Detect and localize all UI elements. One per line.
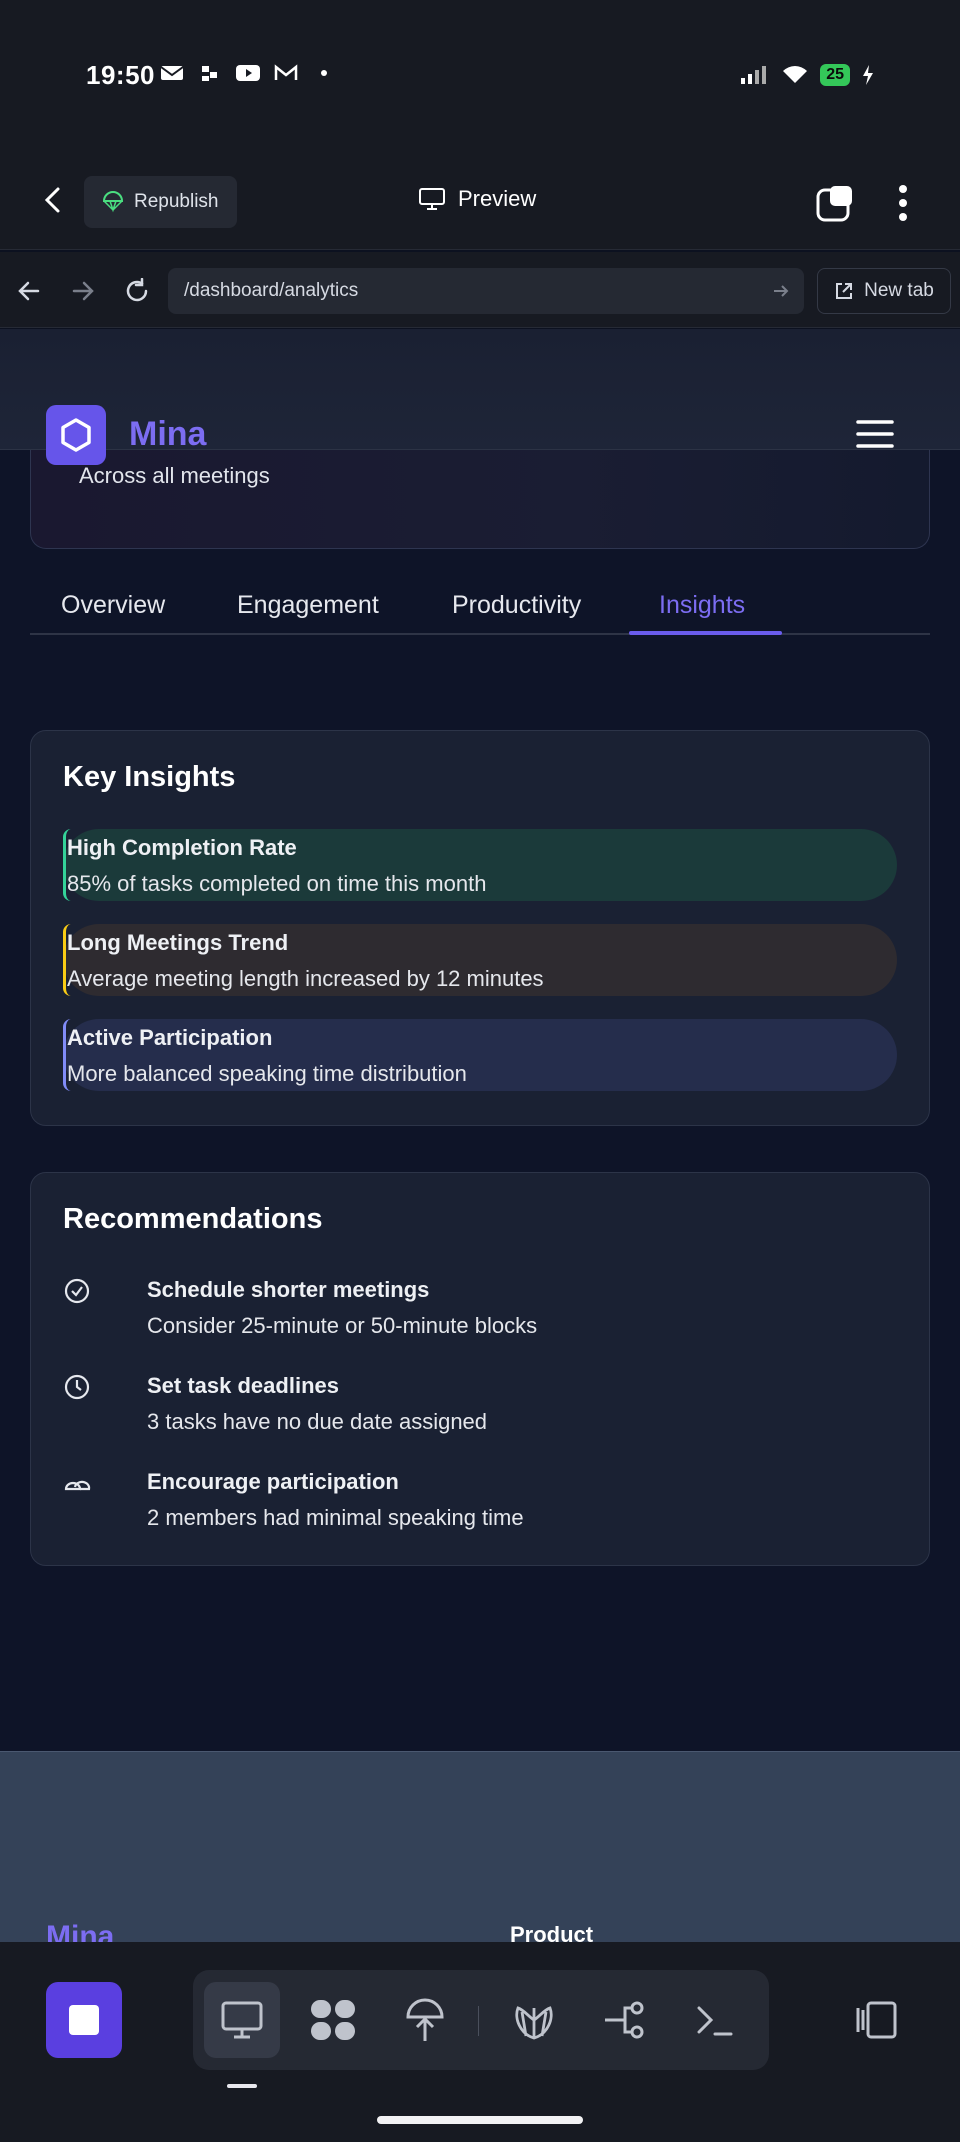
terminal-icon <box>697 2006 733 2036</box>
recommendation-desc: Consider 25-minute or 50-minute blocks <box>147 1313 538 1338</box>
insight-desc: 85% of tasks completed on time this mont… <box>67 871 487 896</box>
external-link-icon <box>836 283 853 299</box>
recommendation-title: Schedule shorter meetings <box>147 1277 430 1302</box>
site-header-bar: Mina <box>0 329 960 465</box>
tool-dashboard[interactable] <box>295 1982 371 2058</box>
nav-back-icon[interactable] <box>16 278 42 304</box>
parachute-icon <box>102 191 124 213</box>
stop-button[interactable] <box>46 1982 122 2058</box>
notification-icons <box>160 64 336 82</box>
side-panel-icon[interactable] <box>852 2000 898 2040</box>
tab-productivity[interactable]: Productivity <box>452 591 581 620</box>
system-icons: 25 <box>740 64 874 86</box>
recommendations-card: Recommendations Schedule shorter meeting… <box>30 1172 930 1566</box>
tool-git[interactable] <box>587 1982 663 2058</box>
tool-shell[interactable] <box>496 1982 572 2058</box>
branch-icon <box>605 2001 644 2039</box>
recommendations-title: Recommendations <box>63 1203 323 1235</box>
reload-icon[interactable] <box>124 278 150 304</box>
check-circle-icon <box>64 1278 90 1304</box>
recommendation-item: Schedule shorter meetings Consider 25-mi… <box>63 1273 883 1343</box>
parachute-upload-icon <box>406 1998 444 2041</box>
site-footer: Mina Product <box>0 1751 960 1942</box>
insight-title: Long Meetings Trend <box>67 930 289 955</box>
tab-insights[interactable]: Insights <box>659 591 745 620</box>
wifi-icon <box>783 66 808 83</box>
footer-brand[interactable]: Mina <box>46 1920 114 1942</box>
insight-title: High Completion Rate <box>67 835 297 860</box>
site-brand[interactable]: Mina <box>129 415 206 454</box>
web-viewport: Across all meetings Mina Overview Engage… <box>0 329 960 1942</box>
tool-publish[interactable] <box>387 1982 463 2058</box>
insight-item: Long Meetings Trend Average meeting leng… <box>63 924 897 996</box>
insight-title: Active Participation <box>67 1025 273 1050</box>
toolbar-divider <box>478 2006 479 2036</box>
gmail-icon <box>274 64 298 80</box>
recommendation-desc: 3 tasks have no due date assigned <box>147 1409 488 1434</box>
back-icon[interactable] <box>40 186 68 214</box>
mail-icon <box>160 66 184 80</box>
new-tab-label: New tab <box>864 280 934 301</box>
status-time: 19:50 <box>86 60 155 90</box>
monitor-icon <box>419 188 445 210</box>
bottom-toolbar <box>0 1942 960 2142</box>
insight-desc: Average meeting length increased by 12 m… <box>67 966 544 991</box>
url-text: /dashboard/analytics <box>184 280 359 301</box>
site-logo[interactable] <box>46 405 106 465</box>
app-icon <box>202 66 217 81</box>
summary-card-subtitle: Across all meetings <box>79 463 270 488</box>
charging-icon <box>863 65 873 85</box>
insight-item: Active Participation More balanced speak… <box>63 1019 897 1091</box>
republish-label: Republish <box>134 191 219 212</box>
status-bar: 19:50 25 <box>0 0 960 150</box>
hexagon-logo-icon <box>61 418 91 452</box>
tab-engagement[interactable]: Engagement <box>237 591 379 620</box>
app-toolbar: Republish Preview <box>0 150 960 250</box>
recommendation-item: Encourage participation 2 members had mi… <box>63 1465 883 1535</box>
url-input[interactable]: /dashboard/analytics <box>168 268 804 314</box>
tab-overview[interactable]: Overview <box>61 591 165 620</box>
battery-level: 25 <box>820 64 850 86</box>
insight-desc: More balanced speaking time distribution <box>67 1061 467 1086</box>
recommendation-desc: 2 members had minimal speaking time <box>147 1505 524 1530</box>
go-arrow-icon[interactable] <box>772 282 790 300</box>
browser-url-bar: /dashboard/analytics New tab <box>0 252 960 328</box>
dot-icon <box>321 70 327 76</box>
active-tool-indicator <box>227 2084 257 2088</box>
grid-blob-icon <box>311 2000 355 2040</box>
recommendation-title: Set task deadlines <box>147 1373 339 1398</box>
desktop-icon <box>221 2001 263 2039</box>
more-options-icon[interactable] <box>896 184 910 222</box>
clock-icon <box>64 1374 90 1400</box>
shell-icon <box>515 2006 553 2040</box>
recommendation-title: Encourage participation <box>147 1469 399 1494</box>
recommendation-item: Set task deadlines 3 tasks have no due d… <box>63 1369 883 1439</box>
tool-preview[interactable] <box>204 1982 280 2058</box>
preview-toggle[interactable]: Preview <box>418 186 536 212</box>
home-indicator[interactable] <box>377 2116 583 2124</box>
key-insights-title: Key Insights <box>63 761 236 793</box>
preview-label: Preview <box>458 186 537 211</box>
nav-forward-icon[interactable] <box>70 278 96 304</box>
youtube-icon <box>236 65 260 81</box>
insight-item: High Completion Rate 85% of tasks comple… <box>63 829 897 901</box>
users-icon <box>64 1480 91 1491</box>
new-tab-button[interactable]: New tab <box>817 268 951 314</box>
footer-column-title: Product <box>510 1922 594 1942</box>
tabs-icon[interactable] <box>816 184 854 222</box>
stop-icon <box>69 2005 99 2035</box>
tool-console[interactable] <box>677 1982 753 2058</box>
analytics-tabs: Overview Engagement Productivity Insight… <box>30 565 930 635</box>
key-insights-card: Key Insights High Completion Rate 85% of… <box>30 730 930 1126</box>
hamburger-menu-icon[interactable] <box>856 419 894 449</box>
republish-button[interactable]: Republish <box>84 176 237 228</box>
signal-icon <box>741 66 767 84</box>
active-tab-indicator <box>629 631 782 635</box>
tool-switcher <box>193 1970 769 2070</box>
